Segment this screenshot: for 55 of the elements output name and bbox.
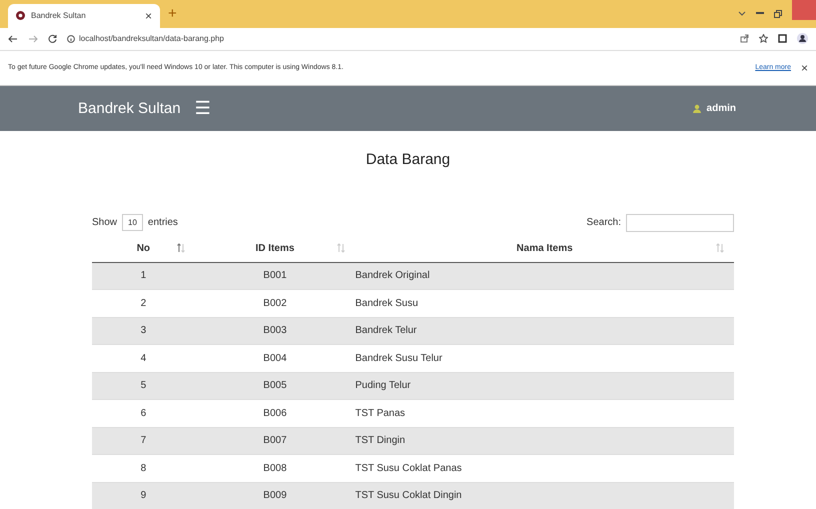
table-cell: B008 [194,454,356,482]
table-cell: 1 [92,262,195,290]
back-arrow-icon[interactable] [8,34,18,43]
table-cell: Bandrek Susu Telur [355,344,734,372]
show-label: Show [92,217,118,228]
info-icon[interactable] [67,34,75,43]
table-cell: 9 [92,482,195,509]
user-icon [692,104,701,113]
page-title: Data Barang [364,150,452,168]
table-cell: B006 [194,400,356,428]
column-header[interactable]: No [92,236,195,262]
close-tab-button[interactable]: × [144,8,152,23]
restore-icon[interactable] [774,10,782,18]
reload-icon[interactable] [48,34,57,44]
chevron-down-icon[interactable] [738,11,746,16]
table-cell: B005 [194,372,356,400]
table-cell: B002 [194,290,356,318]
side-panel-icon[interactable] [778,34,787,44]
table-cell: B009 [194,482,356,509]
close-infobar-button[interactable]: × [800,60,808,75]
brand-title[interactable]: Bandrek Sultan [78,100,181,117]
entries-select[interactable]: 10 [122,214,143,232]
table-cell: Bandrek Telur [355,317,734,345]
share-icon[interactable] [740,34,749,44]
table-cell: Bandrek Original [355,262,734,290]
browser-tab[interactable]: Bandrek Sultan × [8,4,160,28]
table-cell: B004 [194,344,356,372]
table-cell: 7 [92,427,195,455]
search-field[interactable] [626,214,734,232]
profile-icon[interactable] [797,33,808,44]
table-cell: 4 [92,344,195,372]
table-cell: TST Dingin [355,427,734,455]
table-cell: 5 [92,372,195,400]
table-cell: TST Panas [355,400,734,428]
column-header[interactable]: Nama Items [355,236,734,262]
address-field[interactable]: localhost/bandreksultan/data-barang.php [79,34,224,44]
table-cell: B003 [194,317,356,345]
star-icon[interactable] [759,34,768,44]
table-cell: B001 [194,262,356,290]
table-cell: TST Susu Coklat Panas [355,454,734,482]
table-cell: Puding Telur [355,372,734,400]
username[interactable]: admin [706,102,736,114]
minimize-icon[interactable] [756,12,764,16]
entries-label: entries [148,217,178,228]
table-cell: 8 [92,454,195,482]
table-cell: Bandrek Susu [355,290,734,318]
table-cell: TST Susu Coklat Dingin [355,482,734,509]
table-cell: 6 [92,400,195,428]
table-cell: B007 [194,427,356,455]
menu-button[interactable]: ☰ [194,98,211,119]
table-cell: 2 [92,290,195,318]
favicon-icon [16,11,25,20]
column-header[interactable]: ID Items [194,236,356,262]
search-label: Search: [586,217,621,228]
table-cell: 3 [92,317,195,345]
